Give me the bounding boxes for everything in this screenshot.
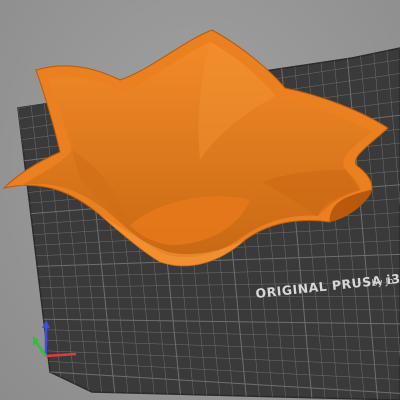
- 3d-viewport[interactable]: ORIGINAL PRUSA i3 by Jo: [0, 0, 400, 400]
- scene-canvas[interactable]: ORIGINAL PRUSA i3 by Jo: [0, 0, 400, 400]
- axis-y-line: [34, 341, 48, 357]
